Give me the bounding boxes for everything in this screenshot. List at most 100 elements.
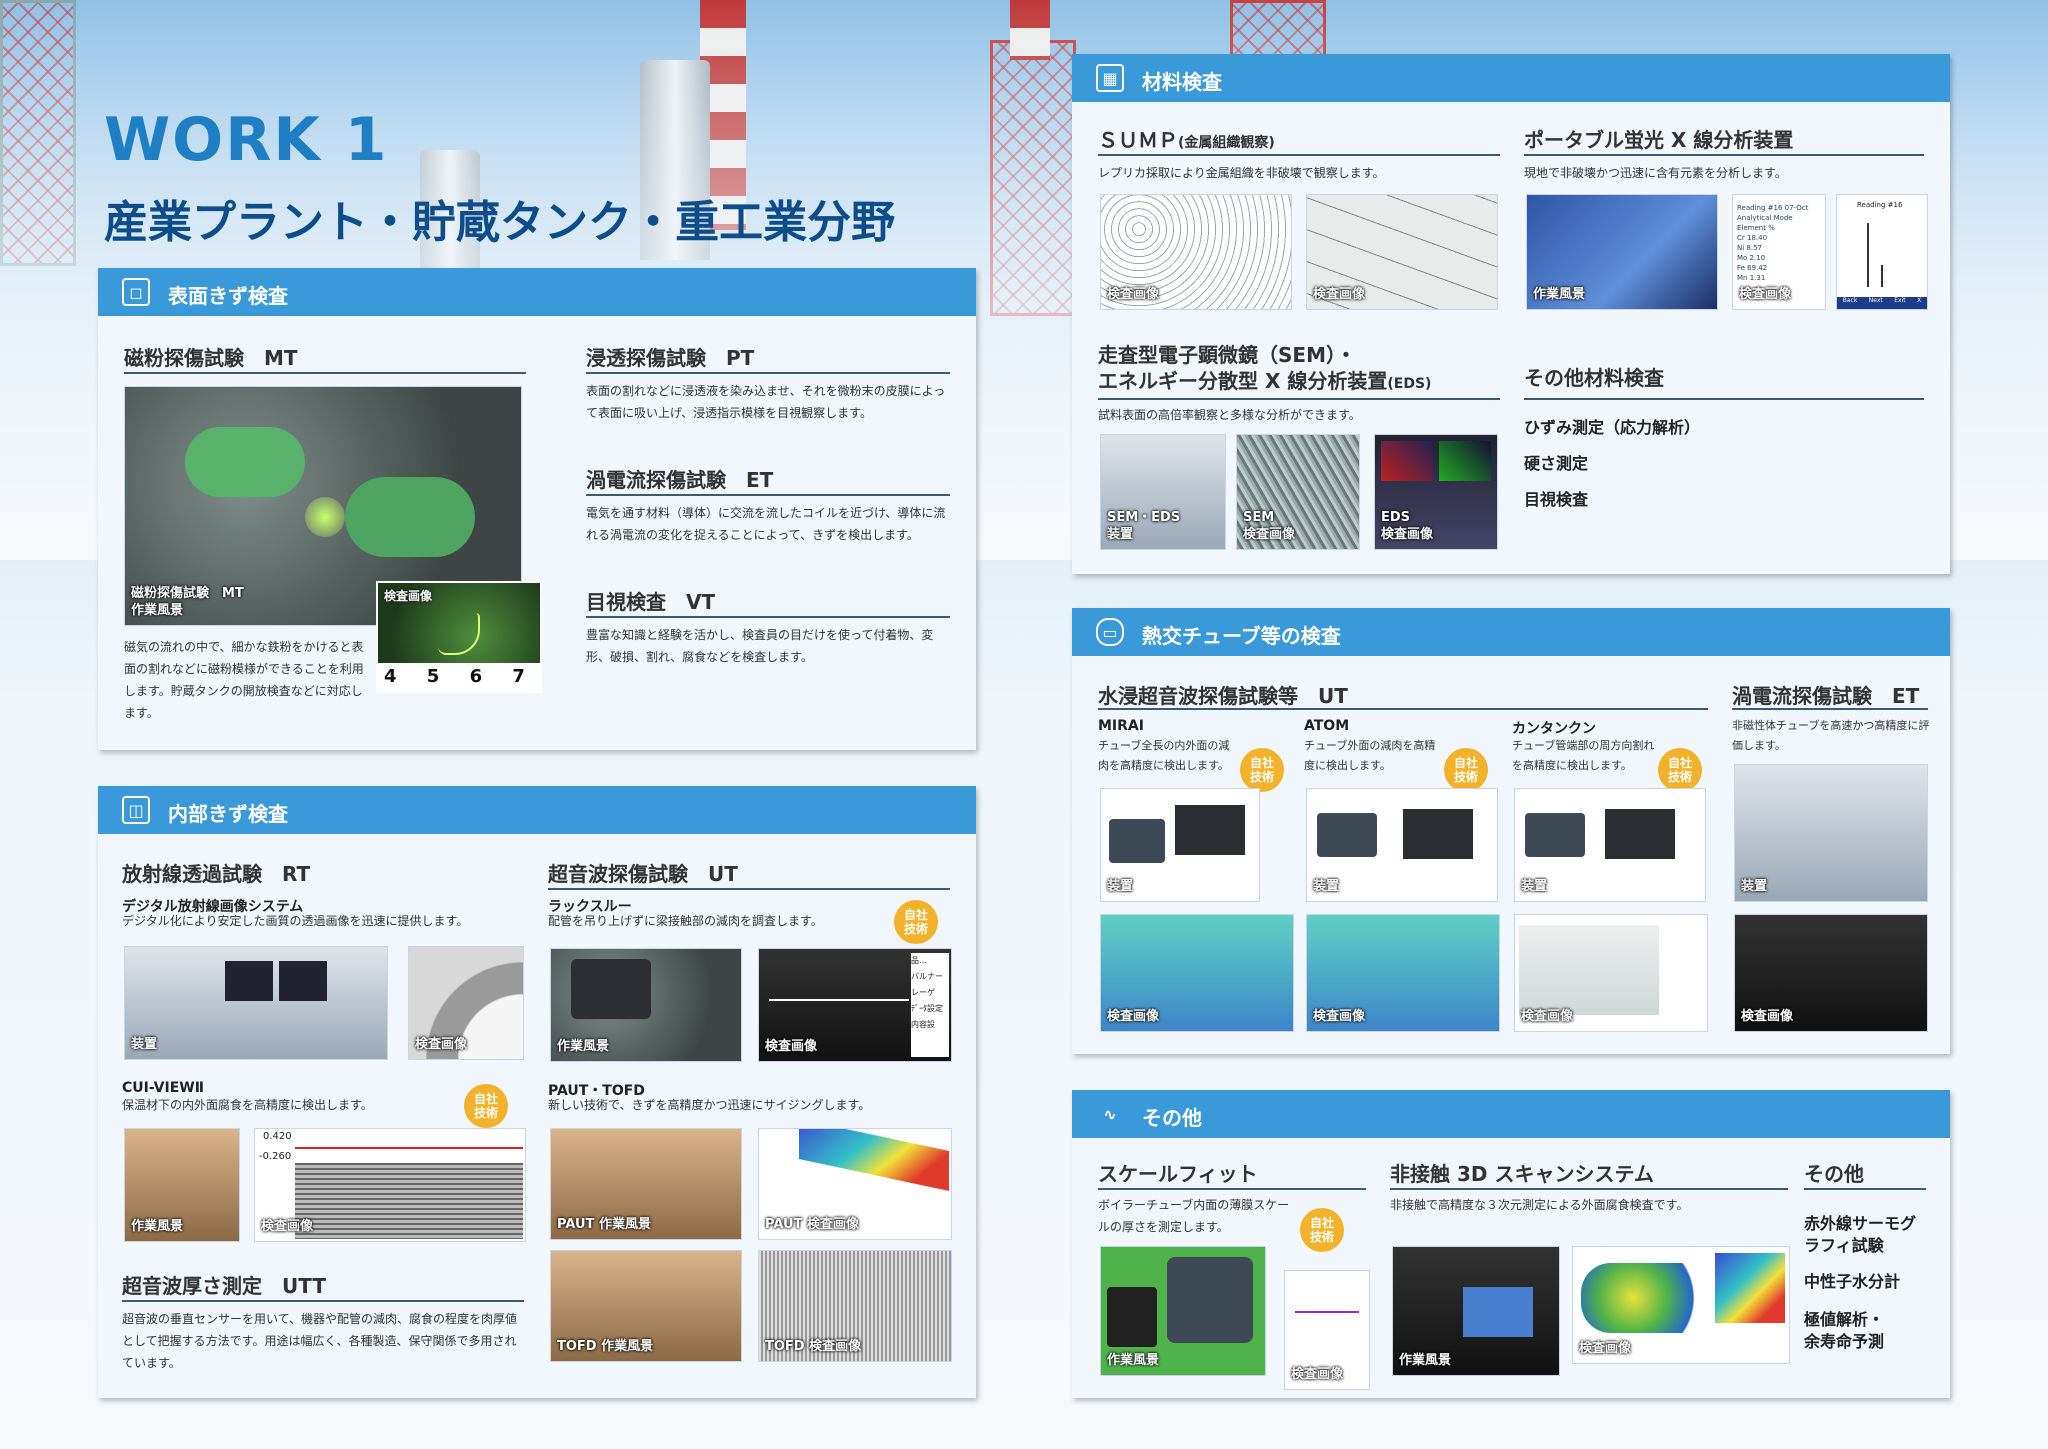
scan-area: [295, 1163, 523, 1239]
kantan-equipment-photo: 装置: [1514, 788, 1706, 902]
kantan-name: カンタンクン: [1512, 721, 1596, 737]
flaw-detector: [1317, 813, 1377, 857]
tick-label: 0.420: [263, 1131, 292, 1142]
tube-icon: ▭: [1096, 618, 1124, 646]
atom-name: ATOM: [1304, 718, 1350, 734]
caption-line: EDS: [1381, 510, 1411, 525]
page-title: 産業プラント・貯蔵タンク・重工業分野: [104, 197, 896, 248]
panel-header: ▦ 材料検査: [1072, 54, 1950, 102]
mt-description: 磁気の流れの中で、細かな鉄粉をかけると表面の割れなどに磁粉模様ができることを利用…: [124, 640, 364, 720]
pt-description: 表面の割れなどに浸透液を染み込ませ、それを微粉末の皮膜によって表面に吸い上げ、浸…: [586, 384, 946, 420]
caption-line: 装置: [1107, 527, 1134, 542]
xrf-description: 現地で非破壊かつ迅速に含有元素を分析します。: [1524, 166, 1787, 180]
divider: [1524, 154, 1924, 156]
waveform-area: [1519, 925, 1659, 1015]
color-map: [1715, 1253, 1785, 1323]
photo-caption: 検査画像: [1741, 1009, 1794, 1024]
softkey-bar: Back Next Exit X: [1837, 297, 1927, 309]
xrf-screen-spectrum: Reading #16 Back Next Exit X: [1836, 194, 1928, 310]
photo-caption: PAUT 検査画像: [765, 1217, 859, 1232]
photo-caption: 装置: [1741, 879, 1768, 894]
badge-line: 自社: [903, 908, 928, 922]
photo-caption: 検査画像: [1739, 287, 1792, 302]
monitor: [225, 961, 273, 1001]
ut-work-photo: 作業風景: [550, 948, 742, 1062]
sump-title-main: ＳＵＭＰ: [1098, 128, 1178, 152]
readout-line: Analytical Mode: [1737, 214, 1793, 222]
sem-title: 走査型電子顕微鏡（SEM）・ エネルギー分散型 X 線分析装置(EDS): [1098, 342, 1431, 397]
photo-caption: 磁粉探傷試験 MT 作業風景: [131, 585, 244, 619]
divider: [1804, 1188, 1926, 1190]
photo-caption: SEM 検査画像: [1243, 509, 1295, 543]
photo-caption: 検査画像: [261, 1219, 314, 1234]
divider: [548, 888, 950, 890]
photo-caption: 検査画像: [1107, 1009, 1160, 1024]
misc-item: 赤外線サーモグ: [1804, 1214, 1917, 1233]
readout-line: Fe 69.42: [1737, 264, 1768, 272]
divider: [1098, 398, 1500, 400]
tube-ut-title: 水浸超音波探傷試験等 UT: [1098, 684, 1348, 708]
scan3d-work-photo: 作業風景: [1392, 1246, 1560, 1376]
tube-et-description: 非磁性体チューブを高速かつ高精度に評価します。: [1732, 719, 1930, 752]
crack-indication: [438, 613, 480, 655]
utt-description: 超音波の垂直センサーを用いて、機器や配管の減肉、腐食の程度を肉厚値として把握する…: [122, 1312, 518, 1370]
misc-item: 極値解析・: [1804, 1310, 1885, 1329]
tofd-work-photo: TOFD 作業風景: [550, 1250, 742, 1362]
divider: [1098, 1188, 1366, 1190]
badge-line: 技術: [903, 922, 928, 936]
inset-caption: 検査画像: [384, 589, 433, 603]
badge-text: 自社 技術: [1668, 756, 1692, 784]
scan3d-inspection-image: 検査画像: [1572, 1246, 1790, 1364]
tube-inspection-panel: ▭ 熱交チューブ等の検査 水浸超音波探傷試験等 UT MIRAI チューブ全長の…: [1072, 608, 1950, 1054]
badge-line: 自社: [1249, 756, 1274, 770]
uv-light: [305, 497, 345, 537]
in-house-tech-badge: 自社 技術: [1300, 1208, 1344, 1252]
other-panel: ∿ その他 スケールフィット ボイラーチューブ内面の薄膜スケールの厚さを測定しま…: [1072, 1090, 1950, 1398]
sem-image: SEM 検査画像: [1236, 434, 1360, 550]
ruler-scale: 4 5 6 7 8: [378, 663, 540, 691]
cube-icon: ◫: [122, 796, 150, 824]
sump-title-note: (金属組織観察): [1178, 135, 1275, 151]
waveform: [1295, 1311, 1359, 1313]
cui-inspection-image: 0.420 -0.260 検査画像: [254, 1128, 526, 1242]
photo-caption: 検査画像: [1107, 287, 1160, 302]
in-house-tech-badge: 自社 技術: [1658, 748, 1702, 792]
spectrum-peak: [1867, 223, 1869, 287]
in-house-tech-badge: 自社 技術: [464, 1084, 508, 1128]
photo-caption: SEM・EDS 装置: [1107, 509, 1180, 543]
badge-line: 技術: [1249, 770, 1274, 784]
photo-caption: 検査画像: [1313, 287, 1366, 302]
scalefit-work-photo: 作業風景: [1100, 1246, 1266, 1376]
xrf-work-photo: 作業風景: [1526, 194, 1718, 310]
internal-inspection-panel: ◫ 内部きず検査 放射線透過試験 RT デジタル放射線画像システム デジタル化に…: [98, 786, 976, 1398]
scan3d-description: 非接触で高精度な３次元測定による外面腐食検査です。: [1390, 1198, 1689, 1212]
readout-line: Ni 8.57: [1737, 244, 1762, 252]
panel-header: ◻ 表面きず検査: [98, 268, 976, 316]
rt-equipment-photo: 装置: [124, 946, 388, 1060]
caption-line: 磁粉探傷試験 MT: [131, 586, 244, 601]
surface-inspection-panel: ◻ 表面きず検査 磁粉探傷試験 MT 磁粉探傷試験 MT 作業風景 4 5 6 …: [98, 268, 976, 750]
atom-inspection-image: 検査画像: [1306, 914, 1500, 1032]
caption-line: SEM・EDS: [1107, 510, 1181, 525]
caption-line: SEM: [1243, 510, 1275, 525]
photo-caption: EDS 検査画像: [1381, 509, 1433, 543]
panel-heading: 内部きず検査: [168, 802, 288, 826]
badge-line: 自社: [1667, 756, 1692, 770]
menu-item: 品…: [911, 956, 927, 965]
sump-image-2: 検査画像: [1306, 194, 1498, 310]
badge-line: 技術: [473, 1106, 498, 1120]
eds-map: [1381, 441, 1433, 481]
divider: [122, 1300, 524, 1302]
readout-line: Mo 2.10: [1737, 254, 1766, 262]
caption-line: 作業風景: [131, 603, 184, 618]
et-description: 電気を通す材料（導体）に交流を流したコイルを近づけ、導体に流れる渦電流の変化を捉…: [586, 506, 946, 542]
photo-caption: 検査画像: [1291, 1367, 1344, 1382]
photo-caption: 作業風景: [557, 1039, 610, 1054]
divider: [1098, 154, 1500, 156]
photo-caption: PAUT 作業風景: [557, 1217, 651, 1232]
mirai-equipment-photo: 装置: [1100, 788, 1260, 902]
paut-work-photo: PAUT 作業風景: [550, 1128, 742, 1240]
badge-text: 自社 技術: [474, 1092, 498, 1120]
ut-title: 超音波探傷試験 UT: [548, 862, 738, 886]
rt-description: デジタル化により安定した画質の透過画像を迅速に提供します。: [122, 914, 469, 928]
